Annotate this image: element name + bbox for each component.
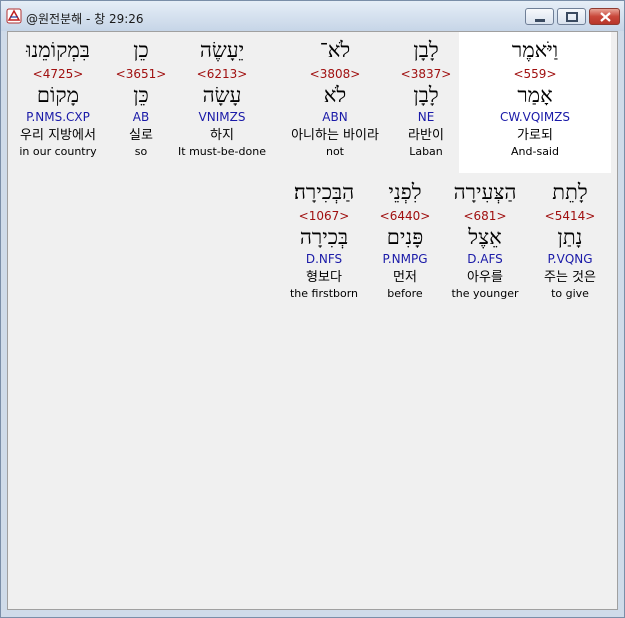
parse-code: P.VQNG <box>547 252 593 266</box>
maximize-icon <box>566 12 578 22</box>
word-cell[interactable]: בִּמְקוֹמֵנוּ <4725> מָקוֹם P.NMS.CXP 우리… <box>8 38 108 159</box>
hebrew-root: כֵּן <box>133 83 149 107</box>
word-cell[interactable]: לִפְנֵי <6440> פָּנִים P.NMPG 먼저 before <box>370 180 440 301</box>
strong-number: <6440> <box>379 209 431 223</box>
word-cell[interactable]: הַצְּעִירָה <681> אֵצֶל D.AFS 아우를 the yo… <box>440 180 530 301</box>
hebrew-root: עָשָׂה <box>202 83 242 107</box>
maximize-button[interactable] <box>557 8 586 25</box>
strong-number: <3651> <box>115 67 167 81</box>
english-gloss: It must-be-done <box>178 145 266 158</box>
korean-gloss: 주는 것은 <box>544 270 596 285</box>
english-gloss: the firstborn <box>289 287 359 300</box>
strong-number: <1067> <box>298 209 350 223</box>
minimize-icon <box>535 19 545 22</box>
parse-code: AB <box>132 110 150 124</box>
hebrew-root: נָתַן <box>557 225 583 249</box>
hebrew-root: בְּכִירָה <box>299 225 349 249</box>
parse-code: P.NMS.CXP <box>26 110 90 124</box>
hebrew-root: מָקוֹם <box>36 83 80 107</box>
hebrew-word: לָתֵת <box>552 180 588 204</box>
close-button[interactable] <box>589 8 620 25</box>
korean-gloss: 먼저 <box>393 270 417 285</box>
strong-number: <559> <box>513 67 557 81</box>
close-icon <box>600 12 611 22</box>
interlinear-panel: וַיֹּאמֶר <559> אָמַר CW.VQIMZS 가로되 And-… <box>7 31 618 610</box>
strong-number: <3837> <box>400 67 452 81</box>
hebrew-root: אָמַר <box>517 83 553 107</box>
korean-gloss: 가로되 <box>517 128 553 143</box>
word-cell[interactable]: לָתֵת <5414> נָתַן P.VQNG 주는 것은 to give <box>530 180 610 301</box>
app-window: @원전분해 - 창 29:26 וַיֹּאמֶר <559> אָמַר CW… <box>0 0 625 618</box>
korean-gloss: 실로 <box>129 128 153 143</box>
hebrew-word: לָבָן <box>413 38 439 62</box>
word-cell[interactable]: לֹא־ <3808> לֹא ABN 아니하는 바이라 not <box>274 38 396 159</box>
english-gloss: the younger <box>451 287 519 300</box>
english-gloss: not <box>325 145 344 158</box>
hebrew-root: אֵצֶל <box>468 225 502 249</box>
parse-code: D.AFS <box>467 252 503 266</box>
parse-code: D.NFS <box>305 252 343 266</box>
strong-number: <4725> <box>32 67 84 81</box>
hebrew-word: לִפְנֵי <box>388 180 422 204</box>
korean-gloss: 형보다 <box>306 270 342 285</box>
hebrew-root: לָבָן <box>413 83 439 107</box>
english-gloss: in our country <box>19 145 97 158</box>
korean-gloss: 우리 지방에서 <box>20 128 96 143</box>
hebrew-root: פָּנִים <box>386 225 424 249</box>
hebrew-word: וַיֹּאמֶר <box>511 38 559 62</box>
word-cell[interactable]: יֵעָשֶׂה <6213> עָשָׂה VNIMZS 하지 It must… <box>172 38 272 159</box>
parse-code: NE <box>417 110 435 124</box>
parse-code: CW.VQIMZS <box>499 110 571 124</box>
hebrew-word: בִּמְקוֹמֵנוּ <box>26 38 90 62</box>
english-gloss: to give <box>551 287 589 300</box>
hebrew-word: הַבְּכִירָה׃ <box>293 180 355 204</box>
strong-number: <5414> <box>544 209 596 223</box>
english-gloss: And-said <box>511 145 559 158</box>
korean-gloss: 라반이 <box>408 128 444 143</box>
hebrew-word: הַצְּעִירָה <box>453 180 517 204</box>
english-gloss: before <box>387 287 423 300</box>
korean-gloss: 아우를 <box>467 270 503 285</box>
strong-number: <3808> <box>309 67 361 81</box>
word-cell[interactable]: כֵן <3651> כֵּן AB 실로 so <box>114 38 168 159</box>
minimize-button[interactable] <box>525 8 554 25</box>
app-logo-icon <box>6 8 22 24</box>
strong-number: <681> <box>463 209 507 223</box>
window-title: @원전분해 - 창 29:26 <box>26 12 144 26</box>
word-cell[interactable]: וַיֹּאמֶר <559> אָמַר CW.VQIMZS 가로되 And-… <box>470 38 600 159</box>
parse-code: ABN <box>322 110 348 124</box>
word-cell[interactable]: לָבָן <3837> לָבָן NE 라반이 Laban <box>392 38 460 159</box>
parse-code: VNIMZS <box>198 110 246 124</box>
title-bar[interactable]: @원전분해 - 창 29:26 <box>1 1 624 31</box>
hebrew-root: לֹא <box>323 83 347 107</box>
english-gloss: Laban <box>409 145 443 158</box>
korean-gloss: 아니하는 바이라 <box>291 128 379 143</box>
english-gloss: so <box>134 145 148 158</box>
word-cell[interactable]: הַבְּכִירָה׃ <1067> בְּכִירָה D.NFS 형보다 … <box>278 180 370 301</box>
hebrew-word: יֵעָשֶׂה <box>199 38 245 62</box>
parse-code: P.NMPG <box>382 252 428 266</box>
korean-gloss: 하지 <box>210 128 234 143</box>
strong-number: <6213> <box>196 67 248 81</box>
hebrew-word: לֹא־ <box>319 38 351 62</box>
hebrew-word: כֵן <box>133 38 149 62</box>
